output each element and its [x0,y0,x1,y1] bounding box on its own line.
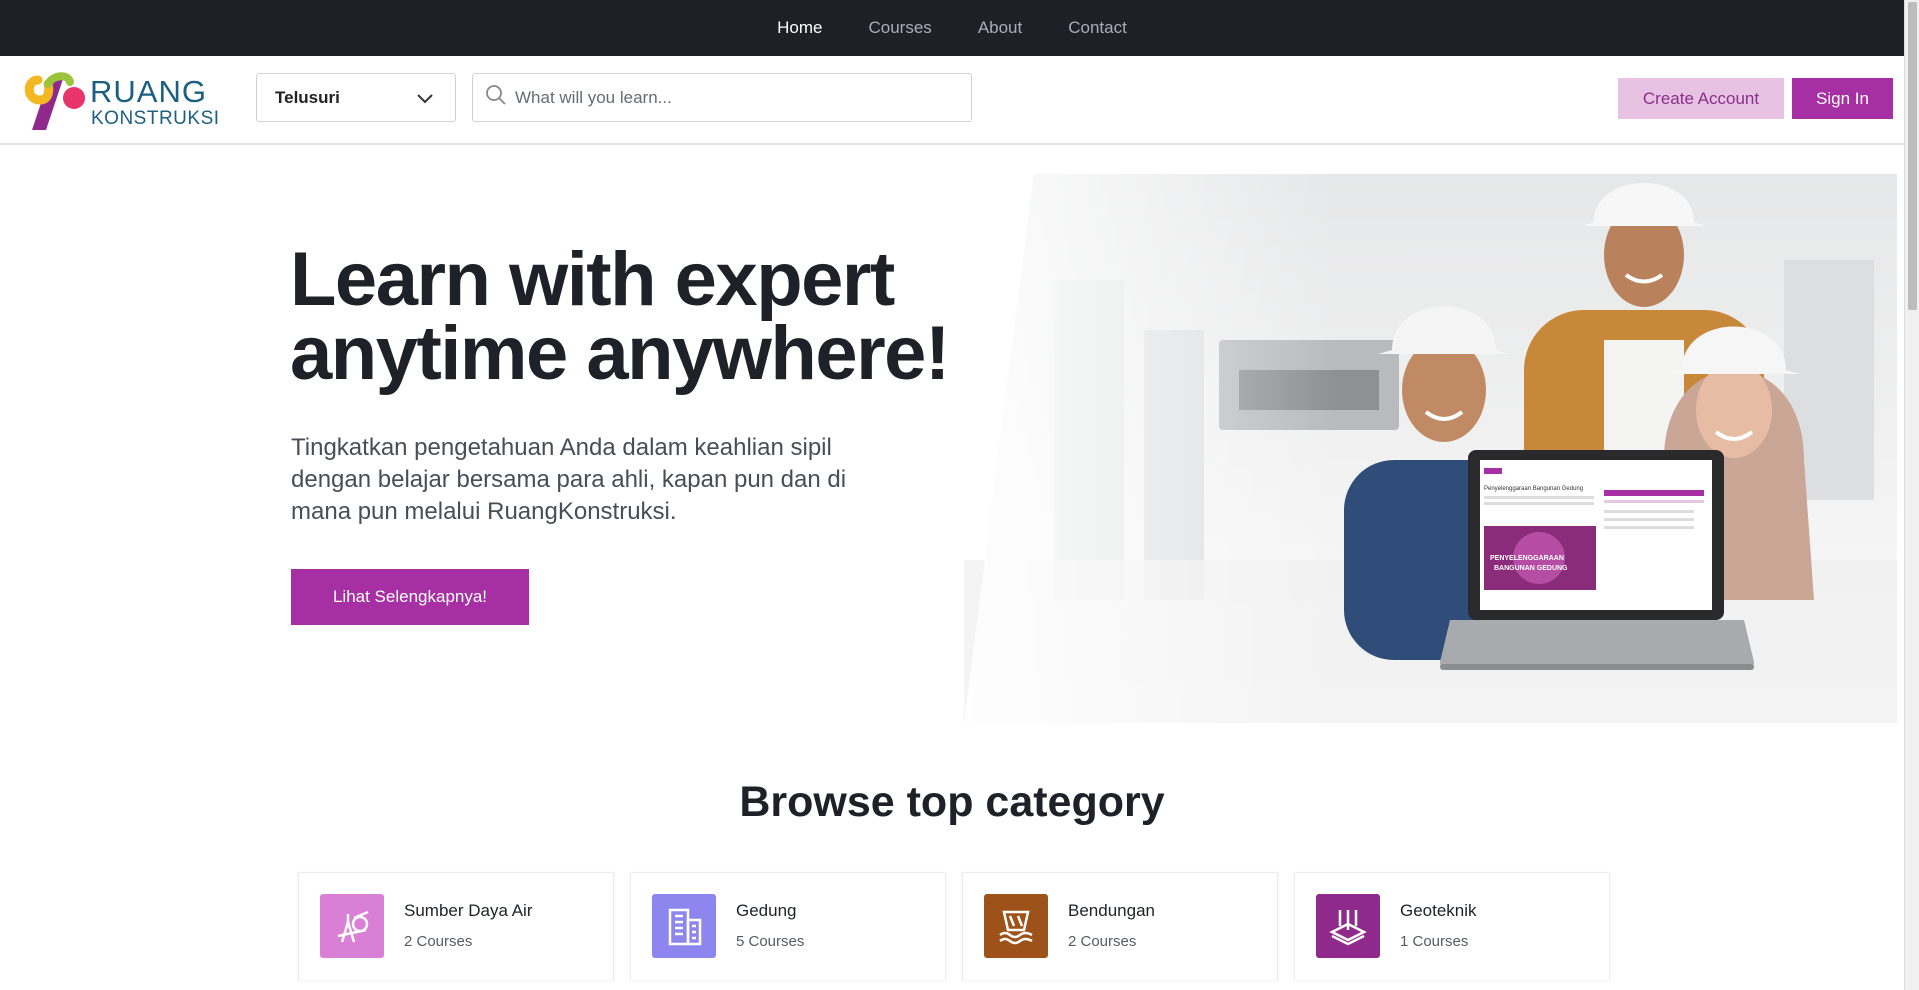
scrollbar-thumb[interactable] [1908,2,1917,310]
nav-courses-link[interactable]: Courses [869,18,932,38]
logo[interactable]: RUANG KONSTRUKSI [24,66,219,132]
search-icon [485,84,507,111]
site-header: RUANG KONSTRUKSI Telusuri Create Account… [0,56,1904,145]
hero-title: Learn with expert anytime anywhere! [290,242,990,392]
category-name: Gedung [736,901,797,920]
surveying-icon [320,894,384,958]
hero-image: Penyelenggaraan Bangunan Gedung PENYELEN… [964,160,1897,723]
logo-mark-icon [24,72,85,130]
category-course-count: 2 Courses [1068,933,1137,950]
dam-icon [984,894,1048,958]
category-card-gedung[interactable]: Gedung 5 Courses [630,872,946,980]
category-card-sumber-daya-air[interactable]: Sumber Daya Air 2 Courses [298,872,614,980]
hero-subtitle: Tingkatkan pengetahuan Anda dalam keahli… [291,434,847,525]
page-scrollbar[interactable] [1904,0,1919,990]
nav-home-link[interactable]: Home [777,18,822,38]
nav-contact-link[interactable]: Contact [1068,18,1127,38]
foundation-icon [1316,894,1380,958]
search-bar [472,73,972,122]
building-icon [652,894,716,958]
category-course-count: 2 Courses [404,933,473,950]
category-course-count: 1 Courses [1400,933,1469,950]
sign-in-button[interactable]: Sign In [1792,78,1893,119]
category-name: Bendungan [1068,901,1155,920]
category-list: Sumber Daya Air 2 Courses Gedung 5 Cours… [298,872,1610,980]
category-name: Sumber Daya Air [404,901,533,920]
laptop-screen-heading: Penyelenggaraan Bangunan Gedung [1484,486,1583,492]
chevron-down-icon [415,88,435,113]
category-card-geoteknik[interactable]: Geoteknik 1 Courses [1294,872,1610,980]
hero-title-line2: anytime anywhere! [290,311,950,396]
category-card-bendungan[interactable]: Bendungan 2 Courses [962,872,1278,980]
nav-about-link[interactable]: About [978,18,1022,38]
top-nav: Home Courses About Contact [0,0,1904,56]
category-course-count: 5 Courses [736,933,805,950]
create-account-button[interactable]: Create Account [1618,78,1784,119]
category-name: Geoteknik [1400,901,1477,920]
search-input[interactable] [515,87,955,108]
category-select[interactable]: Telusuri [256,73,456,122]
hero-title-line1: Learn with expert [290,237,895,322]
logo-text-ruang: RUANG [90,74,207,109]
laptop-banner-line1: PENYELENGGARAAN [1490,555,1564,562]
hero-cta-button[interactable]: Lihat Selengkapnya! [291,569,529,625]
logo-text-konstruksi: KONSTRUKSI [91,108,220,129]
laptop-banner-line2: BANGUNAN GEDUNG [1494,565,1568,572]
category-select-value: Telusuri [275,87,340,107]
category-section-title: Browse top category [739,778,1165,826]
